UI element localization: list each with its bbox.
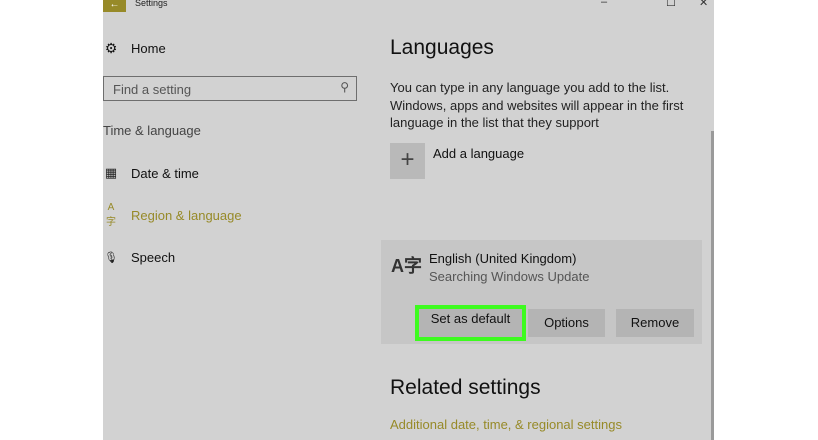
language-list-item[interactable]: A字 English (United Kingdom) Searching Wi… (381, 240, 702, 344)
settings-window: ← Settings – ☐ ✕ ⚙ Home Find a setting ⚲… (103, 0, 714, 440)
search-icon[interactable]: ⚲ (340, 80, 349, 94)
nav-home[interactable]: ⚙ Home (103, 38, 166, 58)
nav-item-date-time[interactable]: ▦ Date & time (103, 163, 199, 183)
related-settings-heading: Related settings (390, 376, 541, 399)
search-input[interactable]: Find a setting ⚲ (103, 76, 357, 101)
languages-description: You can type in any language you add to … (390, 80, 684, 130)
remove-button[interactable]: Remove (616, 309, 694, 337)
language-status: Searching Windows Update (429, 269, 590, 284)
nav-item-label: Speech (131, 249, 176, 265)
gear-icon: ⚙ (104, 39, 118, 56)
minimize-icon[interactable]: – (601, 0, 607, 8)
nav-home-label: Home (131, 40, 166, 56)
plus-icon: + (400, 146, 415, 173)
scrollbar[interactable] (711, 131, 714, 440)
nav-item-region-language[interactable]: A字 Region & language (103, 202, 242, 228)
back-button[interactable]: ← (103, 0, 126, 12)
page-title: Languages (390, 36, 494, 59)
maximize-icon[interactable]: ☐ (666, 0, 676, 9)
set-as-default-button[interactable]: Set as default (415, 305, 526, 341)
nav-item-label: Region & language (131, 207, 242, 223)
options-button[interactable]: Options (528, 309, 605, 337)
title-bar: ← Settings – ☐ ✕ (103, 0, 714, 12)
add-language-label[interactable]: Add a language (433, 146, 524, 161)
window-title: Settings (135, 0, 168, 8)
search-placeholder: Find a setting (113, 82, 192, 97)
language-name: English (United Kingdom) (429, 251, 577, 266)
language-icon: A字 (106, 202, 116, 228)
microphone-icon: 🎙 (104, 251, 118, 264)
calendar-clock-icon: ▦ (104, 165, 118, 180)
nav-section-label: Time & language (103, 123, 201, 138)
nav-item-label: Date & time (131, 165, 199, 181)
add-language-button[interactable]: + (390, 143, 425, 179)
language-icon: A字 (391, 256, 422, 276)
regional-settings-link[interactable]: Additional date, time, & regional settin… (390, 417, 622, 432)
nav-item-speech[interactable]: 🎙 Speech (103, 247, 175, 267)
close-icon[interactable]: ✕ (699, 0, 708, 9)
